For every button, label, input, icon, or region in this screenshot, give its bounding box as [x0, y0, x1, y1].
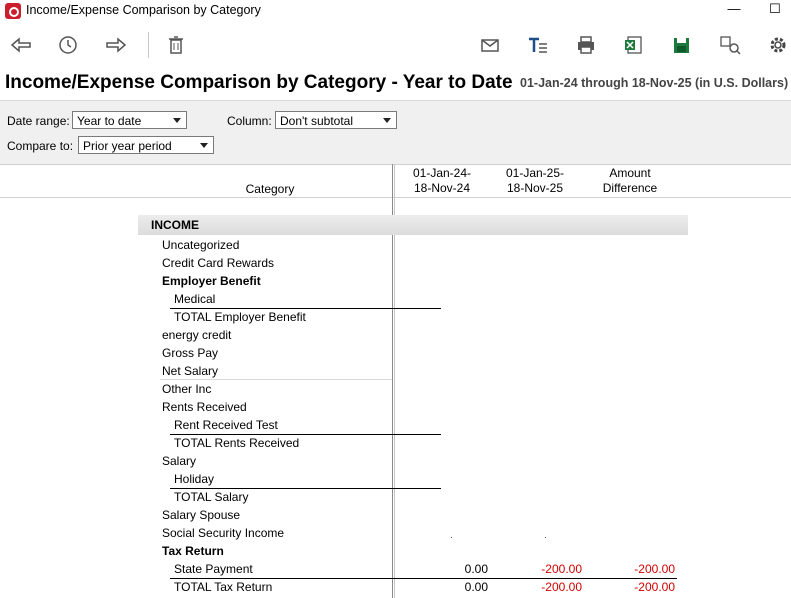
col2-line1: 01-Jan-25-: [505, 166, 565, 180]
category-row[interactable]: Other Inc: [162, 382, 211, 396]
text-format-icon[interactable]: [526, 34, 550, 56]
report-date-subtitle: 01-Jan-24 through 18-Nov-25 (in U.S. Dol…: [520, 76, 791, 90]
column-value: Don't subtotal: [280, 114, 354, 128]
marker-dot: [451, 537, 452, 538]
category-group-row[interactable]: Tax Return: [162, 544, 224, 558]
delete-icon[interactable]: [164, 34, 188, 56]
row-separator: [160, 379, 392, 380]
prior-period-value: 0.00: [464, 562, 488, 576]
date-range-select[interactable]: Year to date: [72, 111, 187, 129]
subtotal-rule: [170, 308, 441, 309]
current-period-value: -200.00: [541, 562, 582, 576]
difference-value: -200.00: [634, 562, 675, 576]
window-title: Income/Expense Comparison by Category: [26, 3, 261, 17]
difference-column-header[interactable]: Amount Difference: [590, 166, 670, 196]
column-label: Column:: [227, 114, 272, 128]
date-range-value: Year to date: [77, 114, 142, 128]
category-row[interactable]: energy credit: [162, 328, 231, 342]
subtotal-rule: [170, 578, 677, 579]
total-row[interactable]: TOTAL Rents Received: [174, 436, 299, 450]
col1-line1: 01-Jan-24-: [412, 166, 472, 180]
total-row[interactable]: TOTAL Employer Benefit: [174, 310, 306, 324]
filter-bar: Date range: Year to date Column: Don't s…: [0, 100, 791, 165]
print-icon[interactable]: [574, 34, 598, 56]
column-select[interactable]: Don't subtotal: [275, 111, 397, 129]
compare-to-select[interactable]: Prior year period: [78, 136, 214, 154]
current-period-total: -200.00: [541, 580, 582, 594]
maximize-button[interactable]: ☐: [765, 1, 785, 17]
report-title: Income/Expense Comparison by Category - …: [5, 72, 513, 93]
subcategory-row[interactable]: Medical: [174, 292, 215, 306]
subtotal-rule: [170, 488, 441, 489]
col3-line2: Difference: [602, 181, 658, 195]
income-section-bar: [138, 215, 688, 235]
email-icon[interactable]: [478, 34, 502, 56]
history-icon[interactable]: [56, 34, 80, 56]
category-row[interactable]: Uncategorized: [162, 238, 239, 252]
date-range-label: Date range:: [7, 114, 70, 128]
col1-line2: 18-Nov-24: [413, 181, 471, 195]
prior-period-total: 0.00: [464, 580, 488, 594]
category-row[interactable]: Net Salary: [162, 364, 218, 378]
toolbar-separator: [148, 32, 149, 58]
chevron-down-icon: [383, 118, 391, 123]
category-row[interactable]: Credit Card Rewards: [162, 256, 274, 270]
quicken-logo-icon: [5, 3, 21, 19]
category-column-header[interactable]: Category: [230, 182, 310, 197]
col2-line2: 18-Nov-25: [506, 181, 564, 195]
difference-total: -200.00: [634, 580, 675, 594]
marker-dot: [545, 537, 546, 538]
chevron-down-icon: [173, 118, 181, 123]
category-row[interactable]: Salary Spouse: [162, 508, 240, 522]
subcategory-row[interactable]: Holiday: [174, 472, 214, 486]
settings-icon[interactable]: [766, 34, 790, 56]
total-row[interactable]: TOTAL Salary: [174, 490, 248, 504]
category-row[interactable]: Salary: [162, 454, 196, 468]
minimize-button[interactable]: —: [724, 1, 744, 16]
back-icon[interactable]: [9, 34, 33, 56]
subcategory-row[interactable]: State Payment: [174, 562, 253, 576]
save-icon[interactable]: [670, 34, 694, 56]
header-divider: [0, 197, 791, 198]
category-row[interactable]: Gross Pay: [162, 346, 218, 360]
category-row[interactable]: Social Security Income: [162, 526, 284, 540]
customize-icon[interactable]: [718, 34, 742, 56]
col3-line1: Amount: [609, 166, 651, 180]
income-section-label: INCOME: [151, 218, 199, 232]
prior-period-column-header[interactable]: 01-Jan-24- 18-Nov-24: [402, 166, 482, 196]
chevron-down-icon: [200, 143, 208, 148]
compare-to-value: Prior year period: [83, 139, 172, 153]
toolbar: [0, 22, 791, 68]
compare-to-label: Compare to:: [7, 139, 74, 153]
subtotal-rule: [170, 434, 441, 435]
subcategory-row[interactable]: Rent Received Test: [174, 418, 278, 432]
excel-export-icon[interactable]: [622, 34, 646, 56]
title-bar: Income/Expense Comparison by Category — …: [0, 0, 791, 22]
current-period-column-header[interactable]: 01-Jan-25- 18-Nov-25: [495, 166, 575, 196]
total-row[interactable]: TOTAL Tax Return: [174, 580, 272, 594]
category-group-row[interactable]: Employer Benefit: [162, 274, 261, 288]
forward-icon[interactable]: [104, 34, 128, 56]
category-row[interactable]: Rents Received: [162, 400, 247, 414]
